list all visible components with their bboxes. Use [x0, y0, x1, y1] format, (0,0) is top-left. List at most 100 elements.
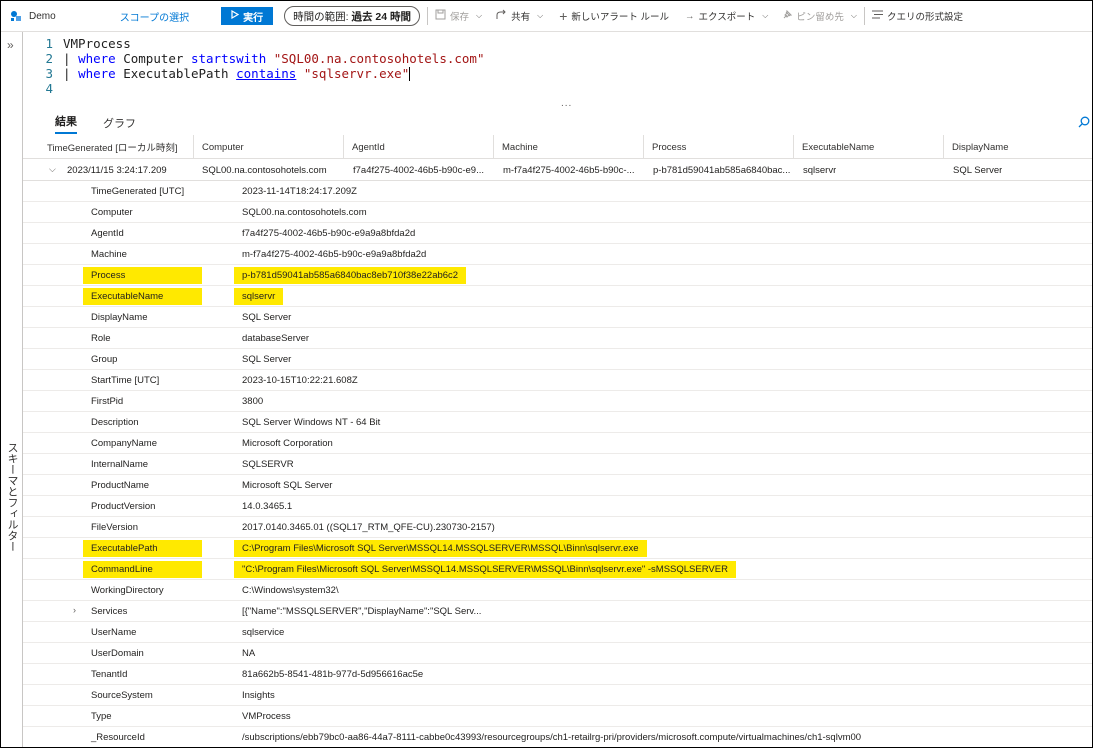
detail-value: 2017.0140.3465.01 ((SQL17_RTM_QFE-CU).23… — [242, 522, 495, 533]
tab-chart[interactable]: グラフ — [103, 115, 136, 134]
detail-row[interactable]: FileVersion 2017.0140.3465.01 ((SQL17_RTM… — [23, 517, 1092, 538]
detail-row[interactable]: ExecutablePath C:\Program Files\Microsoft… — [23, 538, 1092, 559]
schema-filter-pane[interactable]: » スキーマとフィルター — [1, 32, 23, 747]
detail-row[interactable]: SourceSystem Insights — [23, 685, 1092, 706]
new-alert-rule-button[interactable]: + 新しいアラート ルール — [559, 8, 669, 24]
detail-value: C:\Windows\system32\ — [242, 585, 339, 596]
detail-row[interactable]: CommandLine "C:\Program Files\Microsoft S… — [23, 559, 1092, 580]
column-header[interactable]: AgentId — [343, 135, 493, 159]
chevron-down-icon[interactable]: ⌵ — [49, 164, 56, 175]
detail-key: Machine — [91, 249, 127, 260]
search-icon[interactable] — [1078, 116, 1090, 131]
line-number: 4 — [45, 81, 53, 96]
detail-row[interactable]: UserDomain NA — [23, 643, 1092, 664]
cell-displayname: SQL Server — [953, 165, 1003, 176]
detail-row[interactable]: Description SQL Server Windows NT - 64 Bi… — [23, 412, 1092, 433]
detail-key: DisplayName — [91, 312, 148, 323]
time-range-picker[interactable]: 時間の範囲: 過去 24 時間 — [284, 6, 421, 26]
detail-key: FileVersion — [91, 522, 138, 533]
detail-key: ExecutableName — [83, 286, 202, 307]
format-label: クエリの形式設定 — [886, 12, 963, 23]
detail-row[interactable]: DisplayName SQL Server — [23, 307, 1092, 328]
format-query-button[interactable]: クエリの形式設定 — [871, 9, 963, 23]
highlight-mark: CommandLine — [83, 561, 202, 578]
query-operator: contains — [236, 66, 297, 81]
detail-row[interactable]: ExecutableName sqlservr — [23, 286, 1092, 307]
log-analytics-icon — [9, 9, 23, 23]
detail-value: 14.0.3465.1 — [242, 501, 293, 512]
detail-row[interactable]: Process p-b781d59041ab585a6840bac8eb710f3… — [23, 265, 1092, 286]
detail-row[interactable]: _ResourceId/subscriptions/ebb79bc0-aa86-… — [23, 727, 1092, 747]
detail-row[interactable]: FirstPid 3800 — [23, 391, 1092, 412]
cell-computer: SQL00.na.contosohotels.com — [202, 165, 327, 176]
column-header[interactable]: Process — [643, 135, 793, 159]
detail-value: f7a4f275-4002-46b5-b90c-e9a9a8bfda2d — [242, 228, 416, 239]
toolbar-divider — [427, 7, 429, 25]
detail-value: Microsoft Corporation — [242, 438, 333, 449]
column-header[interactable]: Computer — [193, 135, 343, 159]
detail-key: ProductName — [91, 480, 150, 491]
detail-row[interactable]: ProductName Microsoft SQL Server — [23, 475, 1092, 496]
detail-row[interactable]: WorkingDirectory C:\Windows\system32\ — [23, 580, 1092, 601]
detail-key: UserName — [91, 627, 137, 638]
time-range-label: 時間の範囲: — [293, 10, 349, 23]
query-string: "sqlservr.exe" — [296, 66, 410, 81]
detail-key: Description — [91, 417, 139, 428]
detail-row[interactable]: ProductVersion 14.0.3465.1 — [23, 496, 1092, 517]
chevron-down-icon: ⌵ — [762, 11, 769, 20]
detail-value: /subscriptions/ebb79bc0-aa86-44a7-8111-c… — [242, 732, 862, 743]
double-chevron-icon[interactable]: » — [7, 38, 14, 52]
chevron-down-icon: ⌵ — [850, 11, 857, 20]
line-number: 2 — [45, 51, 53, 66]
query-field: ExecutablePath — [115, 66, 237, 81]
column-header[interactable]: ExecutableName — [793, 135, 943, 159]
editor-line-4: 4 — [23, 81, 63, 96]
log-analytics-window: Demo スコープの選択 実行 時間の範囲: 過去 24 時間 保存 ⌵ 共有 … — [0, 0, 1093, 748]
pin-to-button[interactable]: ピン留め先 ⌵ — [782, 9, 857, 23]
column-header[interactable]: DisplayName — [943, 135, 1092, 159]
cell-timegenerated: 2023/11/15 3:24:17.209 — [67, 165, 167, 176]
detail-value: Microsoft SQL Server — [242, 480, 333, 491]
column-header[interactable]: TimeGenerated [ローカル時刻] — [23, 135, 193, 159]
share-button[interactable]: 共有 ⌵ — [496, 9, 543, 23]
text-caret — [409, 66, 411, 81]
detail-row[interactable]: StartTime [UTC] 2023-10-15T10:22:21.608Z — [23, 370, 1092, 391]
save-icon — [435, 9, 446, 23]
detail-value: sqlservice — [242, 627, 285, 638]
detail-row[interactable]: CompanyName Microsoft Corporation — [23, 433, 1092, 454]
detail-key: AgentId — [91, 228, 124, 239]
save-button[interactable]: 保存 ⌵ — [435, 9, 482, 23]
chevron-right-icon[interactable]: › — [73, 605, 76, 615]
query-table: VMProcess — [63, 36, 131, 51]
detail-row[interactable]: Machine m-f7a4f275-4002-46b5-b90c-e9a9a8b… — [23, 244, 1092, 265]
select-scope-link[interactable]: スコープの選択 — [120, 9, 189, 24]
detail-row[interactable]: › Services [{"Name":"MSSQLSERVER","Display… — [23, 601, 1092, 622]
detail-row[interactable]: Type VMProcess — [23, 706, 1092, 727]
detail-row[interactable]: TimeGenerated [UTC] 2023-11-14T18:24:17.2… — [23, 181, 1092, 202]
detail-row[interactable]: Computer SQL00.na.contosohotels.com — [23, 202, 1092, 223]
export-button[interactable]: → エクスポート ⌵ — [685, 9, 769, 24]
plus-icon: + — [559, 8, 568, 24]
detail-row[interactable]: Group SQL Server — [23, 349, 1092, 370]
detail-row[interactable]: Role databaseServer — [23, 328, 1092, 349]
detail-row[interactable]: UserName sqlservice — [23, 622, 1092, 643]
column-header[interactable]: Machine — [493, 135, 643, 159]
detail-key: SourceSystem — [91, 690, 153, 701]
pane-splitter[interactable]: ... — [561, 98, 572, 109]
time-range-value: 過去 24 時間 — [351, 10, 412, 23]
pin-label: ピン留め先 — [796, 12, 844, 23]
detail-row[interactable]: TenantId 81a662b5-8541-481b-977d-5d956616… — [23, 664, 1092, 685]
tab-results[interactable]: 結果 — [55, 113, 77, 134]
highlight-mark: C:\Program Files\Microsoft SQL Server\MS… — [234, 540, 647, 557]
detail-row[interactable]: AgentId f7a4f275-4002-46b5-b90c-e9a9a8bfd… — [23, 223, 1092, 244]
detail-value: VMProcess — [242, 711, 291, 722]
run-button[interactable]: 実行 — [221, 7, 274, 25]
detail-value: SQL Server — [242, 354, 292, 365]
share-label: 共有 — [511, 12, 531, 23]
query-editor[interactable]: 1 VMProcess 2 | where Computer startswit… — [23, 32, 1092, 102]
table-row[interactable]: ⌵ 2023/11/15 3:24:17.209 SQL00.na.contos… — [23, 160, 1092, 181]
format-icon — [871, 10, 883, 22]
workspace-name: Demo — [29, 10, 56, 22]
detail-row[interactable]: InternalName SQLSERVR — [23, 454, 1092, 475]
query-field: Computer — [115, 51, 191, 66]
